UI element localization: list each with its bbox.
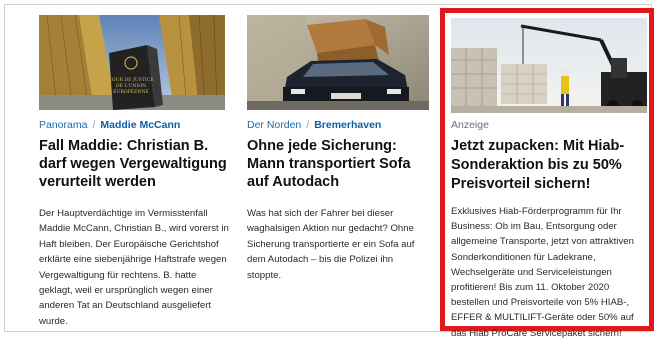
court-sign-text: COUR DE JUSTICE (108, 77, 153, 83)
department-link[interactable]: Maddie McCann (100, 119, 180, 131)
ad-image[interactable] (451, 18, 647, 113)
article-meta: Panorama / Maddie McCann (39, 119, 180, 131)
category-link[interactable]: Der Norden (247, 119, 301, 131)
ad-headline[interactable]: Jetzt zupacken: Mit Hiab-Sonderaktion bi… (451, 137, 647, 194)
article-headline[interactable]: Ohne jede Sicherung: Mann transportiert … (247, 137, 427, 191)
article-headline[interactable]: Fall Maddie: Christian B. darf wegen Ver… (39, 137, 227, 191)
article-image[interactable] (247, 15, 429, 110)
teaser-row: COUR DE JUSTICE DE L'UNION EUROPÉENNE Pa… (4, 4, 654, 339)
ad-card-hiab[interactable]: Anzeige Jetzt zupacken: Mit Hiab-Sondera… (440, 8, 654, 339)
ad-label: Anzeige (451, 119, 489, 131)
meta-separator: / (306, 119, 310, 131)
sponsored-label: Anzeige (451, 119, 489, 131)
article-teaser: Was hat sich der Fahrer bei dieser wagha… (247, 208, 415, 281)
ad-teaser: Exklusives Hiab-Förderprogramm für Ihr B… (451, 206, 634, 339)
article-meta: Der Norden / Bremerhaven (247, 119, 381, 131)
department-link[interactable]: Bremerhaven (314, 119, 381, 131)
article-teaser: Der Hauptverdächtige im Vermisstenfall M… (39, 208, 229, 327)
article-image[interactable]: COUR DE JUSTICE DE L'UNION EUROPÉENNE (39, 15, 225, 110)
category-link[interactable]: Panorama (39, 119, 87, 131)
svg-text:DE L'UNION: DE L'UNION (116, 83, 146, 89)
meta-separator: / (92, 119, 96, 131)
